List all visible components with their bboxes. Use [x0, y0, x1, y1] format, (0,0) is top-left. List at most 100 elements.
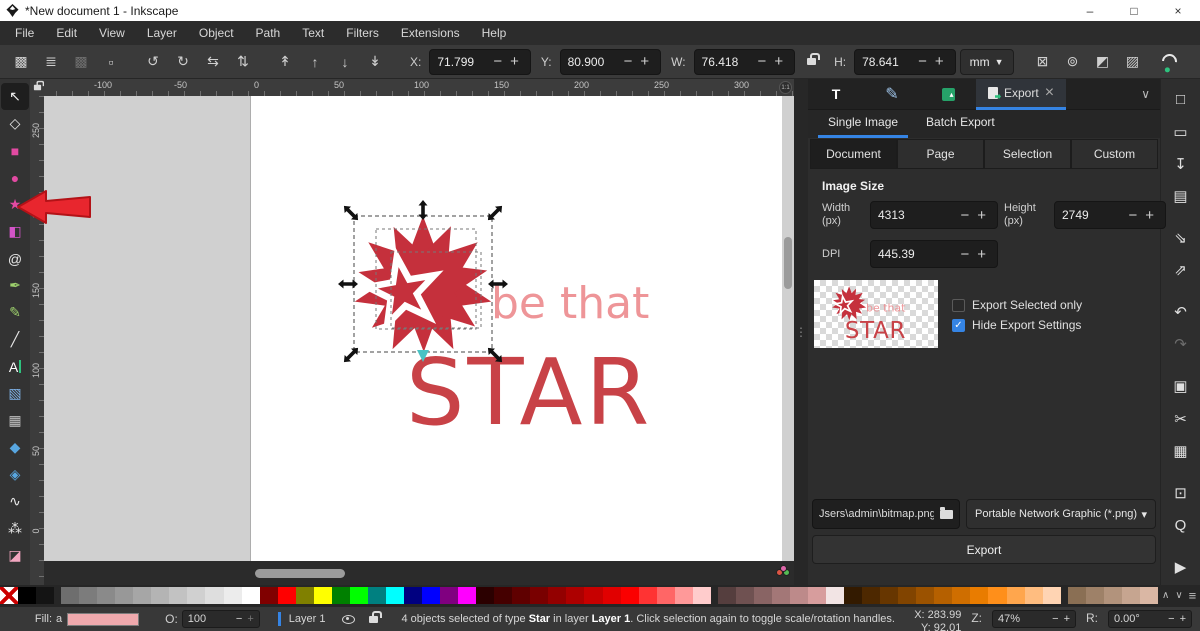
ellipse-tool[interactable]: ●: [1, 164, 29, 191]
vertical-scrollbar-thumb[interactable]: [784, 237, 792, 289]
paint-bucket-tool[interactable]: ◈: [1, 461, 29, 488]
tab-export[interactable]: Export ×: [976, 79, 1066, 110]
height-increment[interactable]: +: [1141, 207, 1158, 224]
scale-corners-toggle-button[interactable]: ⊚: [1060, 49, 1086, 75]
horizontal-ruler[interactable]: 1:1 -100-50050100150200250300: [44, 79, 794, 96]
canvas[interactable]: be that STAR: [44, 96, 794, 561]
tab-single-image[interactable]: Single Image: [818, 110, 908, 138]
palette-swatch[interactable]: [772, 587, 790, 604]
layer-selector[interactable]: Layer 1: [289, 613, 326, 625]
palette-swatch[interactable]: [1025, 587, 1043, 604]
h-increment[interactable]: +: [931, 53, 948, 70]
menu-filters[interactable]: Filters: [335, 21, 390, 45]
palette-menu-icon[interactable]: ≡: [1189, 588, 1197, 603]
w-field[interactable]: 76.418 − +: [694, 49, 796, 75]
dropper-tool[interactable]: ◆: [1, 434, 29, 461]
rotation-field[interactable]: 0.00° − +: [1108, 610, 1192, 628]
hide-export-settings-checkbox[interactable]: ✓: [952, 319, 965, 332]
rotation-decrement[interactable]: −: [1168, 613, 1174, 625]
palette-swatch[interactable]: [718, 587, 736, 604]
document-page[interactable]: be that STAR: [250, 96, 782, 561]
menu-view[interactable]: View: [88, 21, 136, 45]
palette-swatch[interactable]: [97, 587, 115, 604]
gradient-tool[interactable]: ▧: [1, 380, 29, 407]
palette-swatch[interactable]: [639, 587, 657, 604]
spiral-tool[interactable]: @: [1, 245, 29, 272]
raise-to-top-button[interactable]: ↟: [272, 49, 298, 75]
dpi-decrement[interactable]: −: [956, 246, 973, 263]
redo-button[interactable]: ↷: [1166, 330, 1196, 358]
y-field[interactable]: 80.900 − +: [560, 49, 662, 75]
w-decrement[interactable]: −: [754, 53, 771, 70]
height-decrement[interactable]: −: [1124, 207, 1141, 224]
tweak-tool[interactable]: ∿: [1, 488, 29, 515]
palette-swatch[interactable]: [61, 587, 79, 604]
palette-swatch[interactable]: [988, 587, 1006, 604]
x-field[interactable]: 71.799 − +: [429, 49, 531, 75]
area-selection-button[interactable]: Selection: [984, 139, 1071, 169]
opacity-decrement[interactable]: −: [236, 613, 242, 625]
rotation-lock-icon[interactable]: 1:1: [779, 81, 792, 94]
deselect-button[interactable]: ▩: [68, 49, 94, 75]
width-decrement[interactable]: −: [956, 207, 973, 224]
open-folder-icon[interactable]: [940, 510, 953, 519]
menu-file[interactable]: File: [4, 21, 45, 45]
export-button[interactable]: Export: [812, 535, 1156, 564]
palette-swatch[interactable]: [916, 587, 934, 604]
select-all-button[interactable]: ▩: [8, 49, 34, 75]
tab-batch-export[interactable]: Batch Export: [916, 110, 1005, 138]
rotation-increment[interactable]: +: [1180, 613, 1186, 625]
palette-swatch[interactable]: [386, 587, 404, 604]
lock-ratio-icon[interactable]: [807, 58, 816, 65]
pen-tool[interactable]: ✒: [1, 272, 29, 299]
units-dropdown[interactable]: mm▼: [960, 49, 1014, 75]
cut-button[interactable]: ✂: [1166, 404, 1196, 432]
text-tool[interactable]: A: [1, 353, 29, 380]
fill-color-swatch[interactable]: [67, 613, 139, 626]
area-page-button[interactable]: Page: [897, 139, 984, 169]
area-document-button[interactable]: Document: [810, 139, 897, 169]
selector-tool[interactable]: ↖: [1, 83, 29, 110]
palette-swatch[interactable]: [494, 587, 512, 604]
flip-vertical-button[interactable]: ⇅: [230, 49, 256, 75]
dpi-increment[interactable]: +: [973, 246, 990, 263]
horizontal-scrollbar-thumb[interactable]: [255, 569, 345, 578]
color-management-toggle[interactable]: [776, 565, 792, 581]
palette-swatch[interactable]: [79, 587, 97, 604]
palette-swatch[interactable]: [332, 587, 350, 604]
menu-help[interactable]: Help: [471, 21, 518, 45]
palette-swatch-none[interactable]: [0, 587, 18, 604]
height-field[interactable]: 2749 − +: [1054, 201, 1166, 229]
opacity-field[interactable]: 100 − +: [182, 610, 260, 628]
palette-swatch[interactable]: [260, 587, 278, 604]
palette-swatch[interactable]: [736, 587, 754, 604]
export-button[interactable]: ⇗: [1166, 256, 1196, 284]
palette-swatch[interactable]: [621, 587, 639, 604]
palette-swatch[interactable]: [1140, 587, 1158, 604]
palette-swatch[interactable]: [934, 587, 952, 604]
palette-scroll-up-icon[interactable]: ∧: [1162, 590, 1169, 601]
import-button[interactable]: ⇘: [1166, 224, 1196, 252]
expand-panel-button[interactable]: ▶: [1166, 553, 1196, 581]
palette-swatch[interactable]: [603, 587, 621, 604]
print-button[interactable]: ▤: [1166, 182, 1196, 210]
pencil-tool[interactable]: ✎: [1, 299, 29, 326]
tab-trace-bitmap[interactable]: ▴: [920, 79, 976, 110]
layer-visibility-icon[interactable]: [342, 615, 355, 624]
y-decrement[interactable]: −: [620, 53, 637, 70]
palette-swatch[interactable]: [952, 587, 970, 604]
tab-fill-stroke[interactable]: ✎: [864, 79, 920, 110]
palette-swatch[interactable]: [151, 587, 169, 604]
zoom-decrement[interactable]: −: [1052, 613, 1058, 625]
palette-swatch[interactable]: [314, 587, 332, 604]
lower-button[interactable]: ↓: [332, 49, 358, 75]
palette-swatch[interactable]: [566, 587, 584, 604]
undo-button[interactable]: ↶: [1166, 298, 1196, 326]
move-gradients-toggle-button[interactable]: ◩: [1090, 49, 1116, 75]
rotate-ccw-button[interactable]: ↺: [140, 49, 166, 75]
new-document-button[interactable]: □: [1166, 85, 1196, 113]
close-button[interactable]: ×: [1156, 0, 1200, 21]
raise-button[interactable]: ↑: [302, 49, 328, 75]
selection-box-toggle-button[interactable]: ▫: [98, 49, 124, 75]
vertical-ruler[interactable]: 250200150100500: [30, 79, 44, 585]
